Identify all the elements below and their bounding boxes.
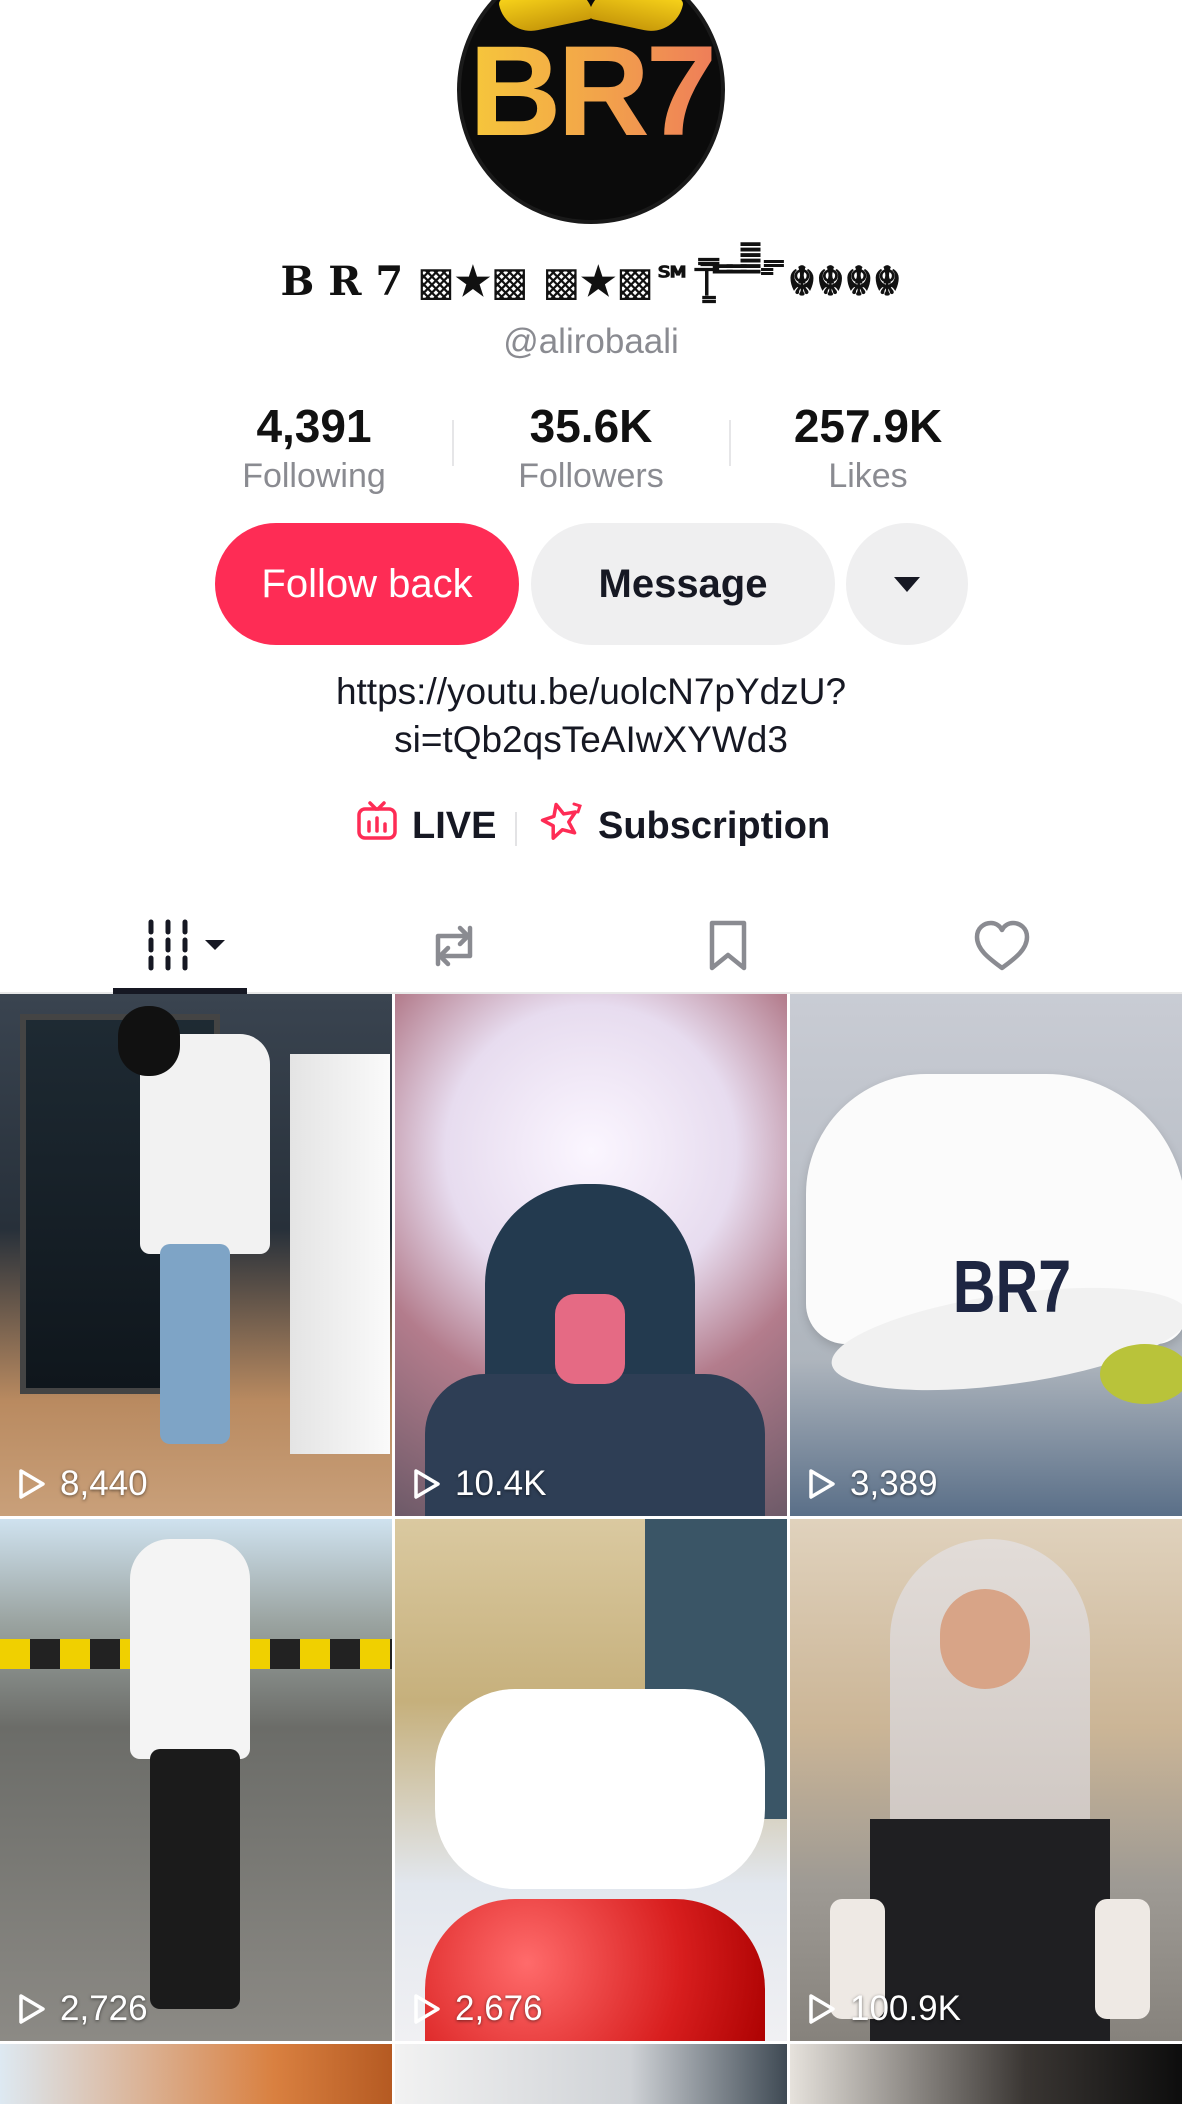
- username: @alirobaali: [503, 322, 679, 361]
- stat-divider: [452, 420, 454, 466]
- video-views: 3,389: [806, 1464, 938, 1504]
- play-icon: [414, 1994, 440, 2024]
- video-view-count: 100.9K: [850, 1989, 961, 2028]
- tab-saved[interactable]: [688, 914, 768, 978]
- stat-following-label: Following: [242, 457, 386, 495]
- stat-likes-label: Likes: [828, 457, 908, 495]
- repost-icon: [435, 925, 473, 967]
- video-thumbnail[interactable]: 8,440: [0, 994, 392, 1516]
- video-thumbnail[interactable]: [0, 2044, 392, 2104]
- cap-logo-text: BR7: [952, 1245, 1072, 1328]
- video-views: 2,726: [16, 1989, 148, 2029]
- profile-tabs: [0, 900, 1182, 994]
- video-views: 100.9K: [806, 1989, 961, 2029]
- profile-avatar[interactable]: BR7: [457, 0, 725, 224]
- play-icon: [809, 1469, 835, 1499]
- profile-links: LIVE Subscription: [0, 800, 1182, 856]
- profile-stats: 4,391 Following 35.6K Followers 257.9K L…: [0, 398, 1182, 498]
- follow-back-button[interactable]: Follow back: [215, 523, 519, 645]
- subscription-star-icon: [538, 800, 584, 852]
- stat-followers-value: 35.6K: [529, 400, 653, 452]
- stat-followers[interactable]: 35.6K Followers: [471, 398, 711, 498]
- avatar-logo-text: BR7: [461, 18, 721, 165]
- video-view-count: 10.4K: [455, 1464, 547, 1503]
- tab-videos[interactable]: [140, 914, 240, 978]
- video-thumbnail[interactable]: [790, 2044, 1182, 2104]
- video-view-count: 2,676: [455, 1989, 543, 2028]
- stat-following-value: 4,391: [256, 400, 372, 452]
- bio-line: si=tQb2qsTeAIwXYWd3: [394, 719, 788, 760]
- tab-reposts[interactable]: [414, 914, 494, 978]
- stat-divider: [729, 420, 731, 466]
- video-view-count: 2,726: [60, 1989, 148, 2028]
- play-icon: [414, 1469, 440, 1499]
- video-thumbnail[interactable]: [395, 2044, 787, 2104]
- play-icon: [19, 1994, 45, 2024]
- stat-likes[interactable]: 257.9K Likes: [748, 398, 988, 498]
- more-options-button[interactable]: [846, 523, 968, 645]
- play-icon: [19, 1469, 45, 1499]
- subscription-link[interactable]: Subscription: [538, 800, 830, 852]
- video-views: 10.4K: [411, 1464, 546, 1504]
- stat-followers-label: Followers: [518, 457, 664, 495]
- grid-icon: [148, 919, 225, 971]
- tab-liked[interactable]: [962, 914, 1042, 978]
- video-thumbnail[interactable]: BR7 3,389: [790, 994, 1182, 1516]
- video-thumbnail[interactable]: 100.9K: [790, 1519, 1182, 2041]
- video-thumbnail[interactable]: 2,726: [0, 1519, 392, 2041]
- message-button[interactable]: Message: [531, 523, 835, 645]
- video-view-count: 3,389: [850, 1464, 938, 1503]
- display-name: B R 7 ▩★▩ ▩★▩℠⍑͇̿ ̿ ̿ ̿̿̿̿̿˭̿ ☬☬☬☬: [280, 258, 902, 305]
- heart-icon: [974, 920, 1030, 971]
- play-icon: [809, 1994, 835, 2024]
- stat-likes-value: 257.9K: [793, 400, 943, 452]
- video-views: 8,440: [16, 1464, 148, 1504]
- caret-down-icon: [894, 576, 920, 592]
- live-link[interactable]: LIVE: [356, 800, 496, 852]
- subscription-label: Subscription: [598, 804, 831, 847]
- video-view-count: 8,440: [60, 1464, 148, 1503]
- live-tv-icon: [356, 800, 398, 852]
- links-divider: [515, 812, 517, 846]
- bio-link[interactable]: https://youtu.be/uolcN7pYdzU? si=tQb2qsT…: [0, 668, 1182, 764]
- bookmark-icon: [709, 920, 747, 971]
- video-views: 2,676: [411, 1989, 543, 2029]
- bio-line: https://youtu.be/uolcN7pYdzU?: [335, 671, 847, 712]
- live-label: LIVE: [412, 804, 497, 847]
- stat-following[interactable]: 4,391 Following: [194, 398, 434, 498]
- video-thumbnail[interactable]: 2,676: [395, 1519, 787, 2041]
- video-thumbnail[interactable]: 10.4K: [395, 994, 787, 1516]
